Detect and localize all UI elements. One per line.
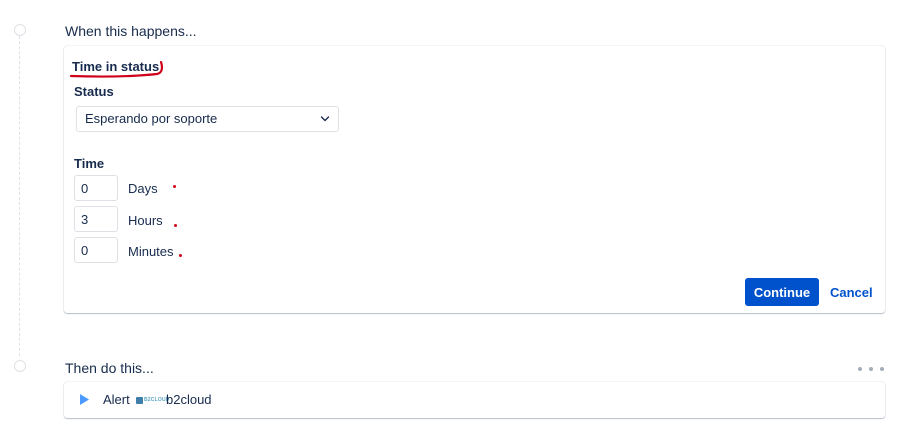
timeline-node-trigger — [14, 24, 26, 36]
action-section-heading: Then do this... — [65, 360, 154, 376]
more-dot-icon — [858, 367, 862, 371]
logo-mark — [136, 396, 143, 404]
annotation-dot — [174, 224, 177, 227]
annotation-dot — [179, 254, 182, 257]
trigger-card: Time in status Status Esperando por sopo… — [64, 46, 885, 313]
brand-name: b2cloud — [166, 392, 212, 407]
play-icon — [80, 394, 89, 405]
minutes-input[interactable] — [74, 237, 118, 263]
minutes-label: Minutes — [128, 244, 174, 259]
chevron-down-icon — [320, 116, 330, 122]
hours-label: Hours — [128, 213, 163, 228]
time-label: Time — [74, 156, 105, 171]
cancel-button[interactable]: Cancel — [824, 278, 879, 306]
status-select[interactable]: Esperando por soporte — [76, 106, 339, 132]
trigger-section-heading: When this happens... — [65, 23, 197, 39]
timeline-node-action — [14, 360, 26, 372]
annotation-dot — [173, 185, 176, 188]
b2cloud-logo-icon: B2CLOUD — [136, 396, 170, 404]
action-card[interactable]: Alert B2CLOUD b2cloud — [64, 382, 885, 418]
action-label: Alert — [103, 392, 130, 407]
status-selected-value: Esperando por soporte — [85, 111, 218, 126]
status-label: Status — [74, 84, 114, 99]
continue-button[interactable]: Continue — [745, 278, 819, 306]
more-dot-icon — [880, 367, 884, 371]
more-dot-icon — [869, 367, 873, 371]
timeline-connector — [19, 36, 20, 356]
days-input[interactable] — [74, 175, 118, 201]
automation-rule-editor: When this happens... Time in status Stat… — [0, 0, 905, 434]
more-options-button[interactable] — [858, 362, 884, 376]
days-label: Days — [128, 181, 158, 196]
annotation-underline — [69, 60, 164, 78]
hours-input[interactable] — [74, 206, 118, 232]
